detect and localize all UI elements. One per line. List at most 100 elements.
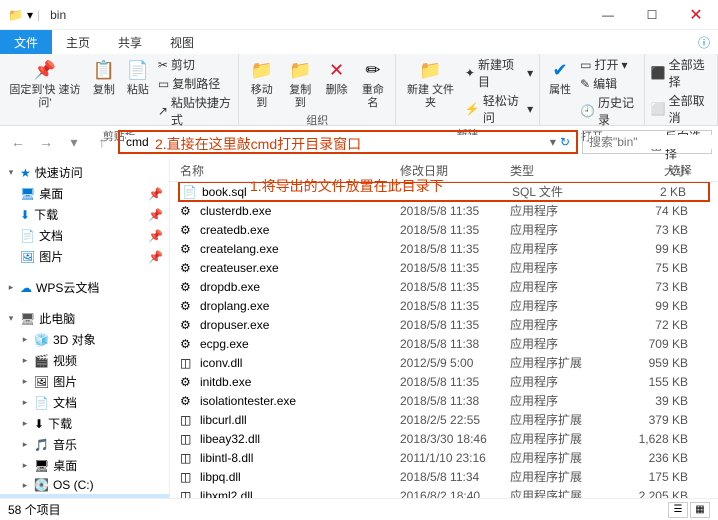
file-date: 2016/8/2 18:40 [400, 489, 510, 499]
forward-button[interactable]: → [34, 130, 58, 154]
file-name: dropuser.exe [200, 318, 400, 332]
delete-button[interactable]: ✕删除 [323, 56, 351, 99]
search-input[interactable] [589, 135, 718, 149]
minimize-button[interactable]: — [586, 0, 630, 30]
selectall-button[interactable]: ⬛全部选择 [651, 56, 711, 90]
moveto-button[interactable]: 📁移动到 [245, 56, 278, 112]
tab-home[interactable]: 主页 [52, 30, 104, 54]
address-input[interactable] [126, 135, 550, 149]
file-row[interactable]: ◫libcurl.dll2018/2/5 22:55应用程序扩展379 KB [170, 410, 718, 429]
file-row[interactable]: ⚙isolationtester.exe2018/5/8 11:38应用程序39… [170, 391, 718, 410]
tab-view[interactable]: 视图 [156, 30, 208, 54]
close-button[interactable]: ✕ [674, 0, 718, 30]
file-type: 应用程序 [510, 392, 610, 409]
file-row[interactable]: ⚙dropuser.exe2018/5/8 11:35应用程序72 KB [170, 315, 718, 334]
edit-button[interactable]: ✎编辑 [580, 75, 638, 92]
folder-icon: 📁 [8, 8, 23, 22]
sidebar-wps[interactable]: ▸☁WPS云文档 [0, 277, 169, 298]
file-row[interactable]: ⚙droplang.exe2018/5/8 11:35应用程序99 KB [170, 296, 718, 315]
maximize-button[interactable]: ☐ [630, 0, 674, 30]
newitem-button[interactable]: ✦新建项目▾ [465, 56, 533, 90]
address-input-box[interactable]: ▾ ↻ [118, 130, 578, 154]
sidebar-documents2[interactable]: ▸📄文档 [0, 392, 169, 413]
column-headers[interactable]: 名称 修改日期 类型 大小 [170, 158, 718, 182]
sidebar-desktop[interactable]: 🖥桌面📌 [0, 183, 169, 204]
sidebar-videos[interactable]: ▸🎬视频 [0, 350, 169, 371]
sidebar-desktop2[interactable]: ▸🖥桌面 [0, 455, 169, 476]
back-button[interactable]: ← [6, 130, 30, 154]
star-icon: ★ [20, 166, 31, 180]
sidebar-3d[interactable]: ▸🧊3D 对象 [0, 329, 169, 350]
file-row[interactable]: ◫libeay32.dll2018/3/30 18:46应用程序扩展1,628 … [170, 429, 718, 448]
help-button[interactable]: ⓘ [690, 30, 718, 54]
file-row[interactable]: ⚙dropdb.exe2018/5/8 11:35应用程序73 KB [170, 277, 718, 296]
file-row[interactable]: ◫libxml2.dll2016/8/2 18:40应用程序扩展2,205 KB [170, 486, 718, 498]
file-size: 155 KB [610, 375, 708, 389]
open-button[interactable]: ▭打开▾ [580, 56, 638, 73]
refresh-icon[interactable]: ↻ [560, 135, 570, 149]
sidebar-quickaccess[interactable]: ▾★快速访问 [0, 162, 169, 183]
history-button[interactable]: 🕘历史记录 [580, 94, 638, 128]
file-row[interactable]: ⚙initdb.exe2018/5/8 11:35应用程序155 KB [170, 372, 718, 391]
properties-button[interactable]: ✔属性 [546, 56, 574, 99]
sidebar-music[interactable]: ▸🎵音乐 [0, 434, 169, 455]
copy-button[interactable]: 📋复制 [90, 56, 118, 99]
file-type: 应用程序扩展 [510, 411, 610, 428]
col-name[interactable]: 名称 [180, 162, 400, 179]
tab-share[interactable]: 共享 [104, 30, 156, 54]
music-icon: 🎵 [34, 438, 49, 452]
copyto-button[interactable]: 📁复制到 [284, 56, 317, 112]
file-date: 2018/2/5 22:55 [400, 413, 510, 427]
details-view-button[interactable]: ☰ [668, 502, 688, 518]
file-row[interactable]: ◫iconv.dll2012/5/9 5:00应用程序扩展959 KB [170, 353, 718, 372]
file-icon: ◫ [180, 489, 196, 499]
desktop-icon: 🖥 [34, 459, 49, 473]
search-box[interactable]: 🔍 [582, 130, 712, 154]
pic-icon: 🖼 [20, 250, 35, 264]
file-name: iconv.dll [200, 356, 400, 370]
sidebar-downloads[interactable]: ⬇下载📌 [0, 204, 169, 225]
dropdown-icon[interactable]: ▾ [550, 135, 556, 149]
rename-button[interactable]: ✏重命名 [357, 56, 390, 112]
file-row[interactable]: ⚙createlang.exe2018/5/8 11:35应用程序99 KB [170, 239, 718, 258]
copypath-button[interactable]: ▭复制路径 [158, 75, 233, 92]
up-button[interactable]: ↑ [90, 130, 114, 154]
cut-button[interactable]: ✂剪切 [158, 56, 233, 73]
pin-icon: 📌 [148, 250, 163, 264]
file-row[interactable]: ◫libintl-8.dll2011/1/10 23:16应用程序扩展236 K… [170, 448, 718, 467]
pasteshortcut-button[interactable]: ↗粘贴快捷方式 [158, 94, 233, 128]
sidebar-documents[interactable]: 📄文档📌 [0, 225, 169, 246]
file-row[interactable]: ⚙createdb.exe2018/5/8 11:35应用程序73 KB [170, 220, 718, 239]
file-row[interactable]: ⚙clusterdb.exe2018/5/8 11:35应用程序74 KB [170, 201, 718, 220]
sidebar-pictures[interactable]: 🖼图片📌 [0, 246, 169, 267]
file-row[interactable]: ◫libpq.dll2018/5/8 11:34应用程序扩展175 KB [170, 467, 718, 486]
file-row[interactable]: 📄book.sqlSQL 文件2 KB [178, 182, 710, 202]
selectnone-button[interactable]: ⬜全部取消 [651, 92, 711, 126]
newfolder-button[interactable]: 📁新建 文件夹 [402, 56, 459, 112]
dropdown-icon[interactable]: ▾ [27, 8, 33, 22]
file-icon: ⚙ [180, 375, 196, 389]
recent-button[interactable]: ▾ [62, 130, 86, 154]
download-icon: ⬇ [34, 417, 44, 431]
sidebar-osc[interactable]: ▸💽OS (C:) [0, 476, 169, 494]
pic-icon: 🖼 [34, 375, 49, 389]
icons-view-button[interactable]: ▦ [690, 502, 710, 518]
file-date: 2018/5/8 11:35 [400, 299, 510, 313]
tab-file[interactable]: 文件 [0, 30, 52, 54]
sidebar-thispc[interactable]: ▾🖥此电脑 [0, 308, 169, 329]
sidebar-downloads2[interactable]: ▸⬇下载 [0, 413, 169, 434]
sidebar-locald[interactable]: ▾💽本地磁盘 (D:) [0, 494, 169, 498]
col-date[interactable]: 修改日期 [400, 162, 510, 179]
easyaccess-button[interactable]: ⚡轻松访问▾ [465, 92, 533, 126]
file-name: createuser.exe [200, 261, 400, 275]
paste-button[interactable]: 📄粘贴 [124, 56, 152, 99]
pin-button[interactable]: 📌固定到'快 速访问' [6, 56, 84, 112]
file-size: 379 KB [610, 413, 708, 427]
file-size: 1,628 KB [610, 432, 708, 446]
file-row[interactable]: ⚙createuser.exe2018/5/8 11:35应用程序75 KB [170, 258, 718, 277]
col-size[interactable]: 大小 [610, 162, 708, 179]
sidebar-pictures2[interactable]: ▸🖼图片 [0, 371, 169, 392]
file-type: 应用程序 [510, 316, 610, 333]
col-type[interactable]: 类型 [510, 162, 610, 179]
file-row[interactable]: ⚙ecpg.exe2018/5/8 11:38应用程序709 KB [170, 334, 718, 353]
